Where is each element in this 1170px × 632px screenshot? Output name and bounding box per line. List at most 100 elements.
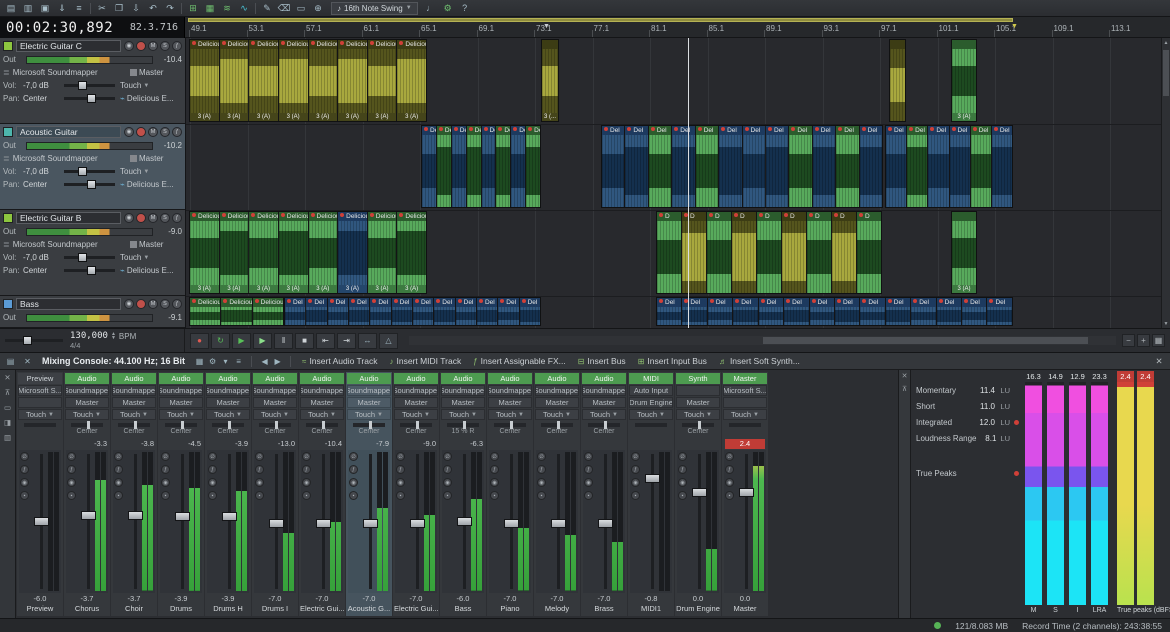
channel-strip[interactable]: AudioSoundmapperMasterTouch▼Center-4.5∅ƒ… — [158, 372, 204, 616]
strip-output-selector[interactable]: Master — [676, 397, 720, 408]
arm-for-record-button[interactable] — [136, 41, 146, 51]
clip-segment[interactable]: Delicious3 (A) — [397, 212, 426, 293]
clip-segment[interactable]: Del — [911, 298, 936, 325]
strip-type-chip[interactable]: Audio — [582, 373, 626, 384]
clip-segment[interactable]: Delicious3 (A) — [309, 40, 339, 121]
fader-handle[interactable] — [551, 519, 566, 528]
strip-round-button[interactable]: ƒ — [584, 465, 593, 474]
clip-segment[interactable]: Del — [835, 298, 860, 325]
swing-dropdown[interactable]: ♪ 16th Note Swing ▼ — [331, 2, 418, 15]
track-header[interactable]: Bass◉MSƒOut-9.1≣Microsoft SoundmapperMas… — [0, 296, 185, 328]
output-bus-selector[interactable]: Master — [130, 154, 182, 163]
peak-value[interactable]: -6.3 — [443, 439, 483, 449]
scrollbar-thumb[interactable] — [1163, 50, 1169, 96]
strip-name[interactable]: Melody — [534, 604, 580, 616]
clip-segment[interactable]: Delicious3 (A) — [338, 40, 368, 121]
automation-settings-button[interactable]: ◉ — [124, 41, 134, 51]
out-label[interactable]: Out — [3, 313, 23, 322]
strip-round-button[interactable]: ▪ — [725, 491, 734, 500]
grid-quantize-icon[interactable]: ▦ — [202, 1, 218, 15]
clip-segment[interactable]: Del — [950, 126, 971, 207]
strip-type-chip[interactable]: Audio — [159, 373, 203, 384]
strip-device-selector[interactable]: Auto Input — [629, 385, 673, 396]
strip-round-button[interactable]: ∅ — [584, 452, 593, 461]
volume-slider-handle[interactable] — [78, 167, 87, 176]
clip-segment[interactable]: Del — [886, 126, 907, 207]
strip-round-button[interactable]: ◉ — [349, 478, 358, 487]
automation-mode-selector[interactable]: Touch▼ — [120, 253, 182, 262]
save-project-icon[interactable]: ▣ — [37, 1, 53, 15]
strip-name[interactable]: MIDI1 — [628, 604, 674, 616]
strip-name[interactable]: Piano — [487, 604, 533, 616]
clip-segment[interactable]: Del — [810, 298, 835, 325]
hscroll-thumb[interactable] — [763, 337, 1088, 344]
volume-slider[interactable] — [64, 84, 115, 87]
clip-segment[interactable]: 3 (A) — [952, 40, 976, 121]
track-fx-chain[interactable]: ⌁Delicious E... — [120, 266, 182, 275]
insert-button[interactable]: ⊞Insert Input Bus — [633, 354, 712, 369]
clip-segment[interactable]: Del — [886, 298, 911, 325]
strip-device-selector[interactable]: Soundmapper — [300, 385, 344, 396]
fader-db-value[interactable]: -7.0 — [299, 594, 345, 604]
strip-pan-control[interactable] — [17, 420, 63, 439]
strip-round-button[interactable]: ∅ — [114, 452, 123, 461]
mixer-nav-icon[interactable]: ◀ — [258, 357, 271, 366]
output-bus-selector[interactable]: Master — [130, 68, 182, 77]
audio-clip[interactable]: DelDelDelDelDelDelDelDelDelDelDelDel — [284, 297, 541, 326]
strip-device-selector[interactable]: Microsoft S... — [18, 385, 62, 396]
clip-segment[interactable]: Del — [784, 298, 809, 325]
automation-settings-button[interactable]: ◉ — [124, 213, 134, 223]
strip-output-selector[interactable]: Master — [159, 397, 203, 408]
strip-pan-control[interactable] — [628, 420, 674, 439]
channel-strip[interactable]: PreviewMicrosoft S...Touch▼∅ƒ◉▪-6.0Previ… — [17, 372, 63, 616]
automation-mode-selector[interactable]: Touch▼ — [120, 81, 182, 90]
clip-segment[interactable]: Del — [813, 126, 836, 207]
strip-round-button[interactable]: ◉ — [584, 478, 593, 487]
clip-segment[interactable]: D — [757, 212, 782, 293]
pan-handle[interactable] — [87, 421, 90, 429]
fader-db-value[interactable]: 0.0 — [722, 594, 768, 604]
strip-pan-control[interactable]: Center — [675, 420, 721, 439]
stop-button[interactable]: ■ — [295, 333, 314, 349]
dock-close-icon[interactable]: ✕ — [4, 373, 10, 382]
pan-handle[interactable] — [181, 421, 184, 429]
fader-handle[interactable] — [363, 519, 378, 528]
track-height-slider[interactable] — [5, 339, 63, 342]
strip-round-button[interactable]: ƒ — [537, 465, 546, 474]
close-icon[interactable]: ✕ — [21, 357, 34, 366]
strip-pan-control[interactable]: 15 % R — [440, 420, 486, 439]
out-label[interactable]: Out — [3, 55, 23, 64]
mixer-tool-icon[interactable]: ≡ — [232, 357, 245, 366]
fader-db-value[interactable]: -7.0 — [393, 594, 439, 604]
audio-clip[interactable]: DelDelDelDelDelDelDelDelDelDelDelDel — [601, 125, 883, 208]
solo-button[interactable]: S — [160, 213, 170, 223]
strip-round-button[interactable]: ∅ — [67, 452, 76, 461]
strip-round-button[interactable]: ∅ — [490, 452, 499, 461]
clip-segment[interactable]: Delicious — [190, 298, 221, 325]
strip-automation-selector[interactable]: Touch▼ — [394, 409, 438, 420]
clip-segment[interactable]: Del — [992, 126, 1012, 207]
automation-mode-selector[interactable]: Touch▼ — [120, 167, 182, 176]
clip-segment[interactable]: Del — [370, 298, 391, 325]
clip-segment[interactable]: Del — [306, 298, 327, 325]
channel-strip[interactable]: AudioSoundmapperMasterTouch▼Center-10.4∅… — [299, 372, 345, 616]
fader-db-value[interactable]: 0.0 — [675, 594, 721, 604]
draw-tool-icon[interactable]: ✎ — [259, 1, 275, 15]
track-name[interactable]: Electric Guitar B — [16, 212, 121, 224]
strip-round-button[interactable]: ◉ — [302, 478, 311, 487]
clip-segment[interactable]: Del — [733, 298, 758, 325]
clip-segment[interactable]: Del — [496, 126, 511, 207]
strip-device-selector[interactable]: Soundmapper — [112, 385, 156, 396]
strip-pan-control[interactable]: Center — [111, 420, 157, 439]
pan-slider[interactable] — [64, 183, 115, 186]
strip-output-selector[interactable] — [723, 397, 767, 408]
clip-segment[interactable]: Del — [328, 298, 349, 325]
strip-output-selector[interactable]: Drum Engine — [629, 397, 673, 408]
track-fx-button[interactable]: ƒ — [172, 127, 182, 137]
clip-segment[interactable]: D — [707, 212, 732, 293]
device-name[interactable]: Microsoft Soundmapper — [13, 240, 130, 249]
solo-button[interactable]: S — [160, 41, 170, 51]
strip-automation-selector[interactable]: Touch▼ — [582, 409, 626, 420]
device-name[interactable]: Microsoft Soundmapper — [13, 326, 130, 328]
audio-clip[interactable]: DelDelDelDelDelDel — [885, 125, 1013, 208]
